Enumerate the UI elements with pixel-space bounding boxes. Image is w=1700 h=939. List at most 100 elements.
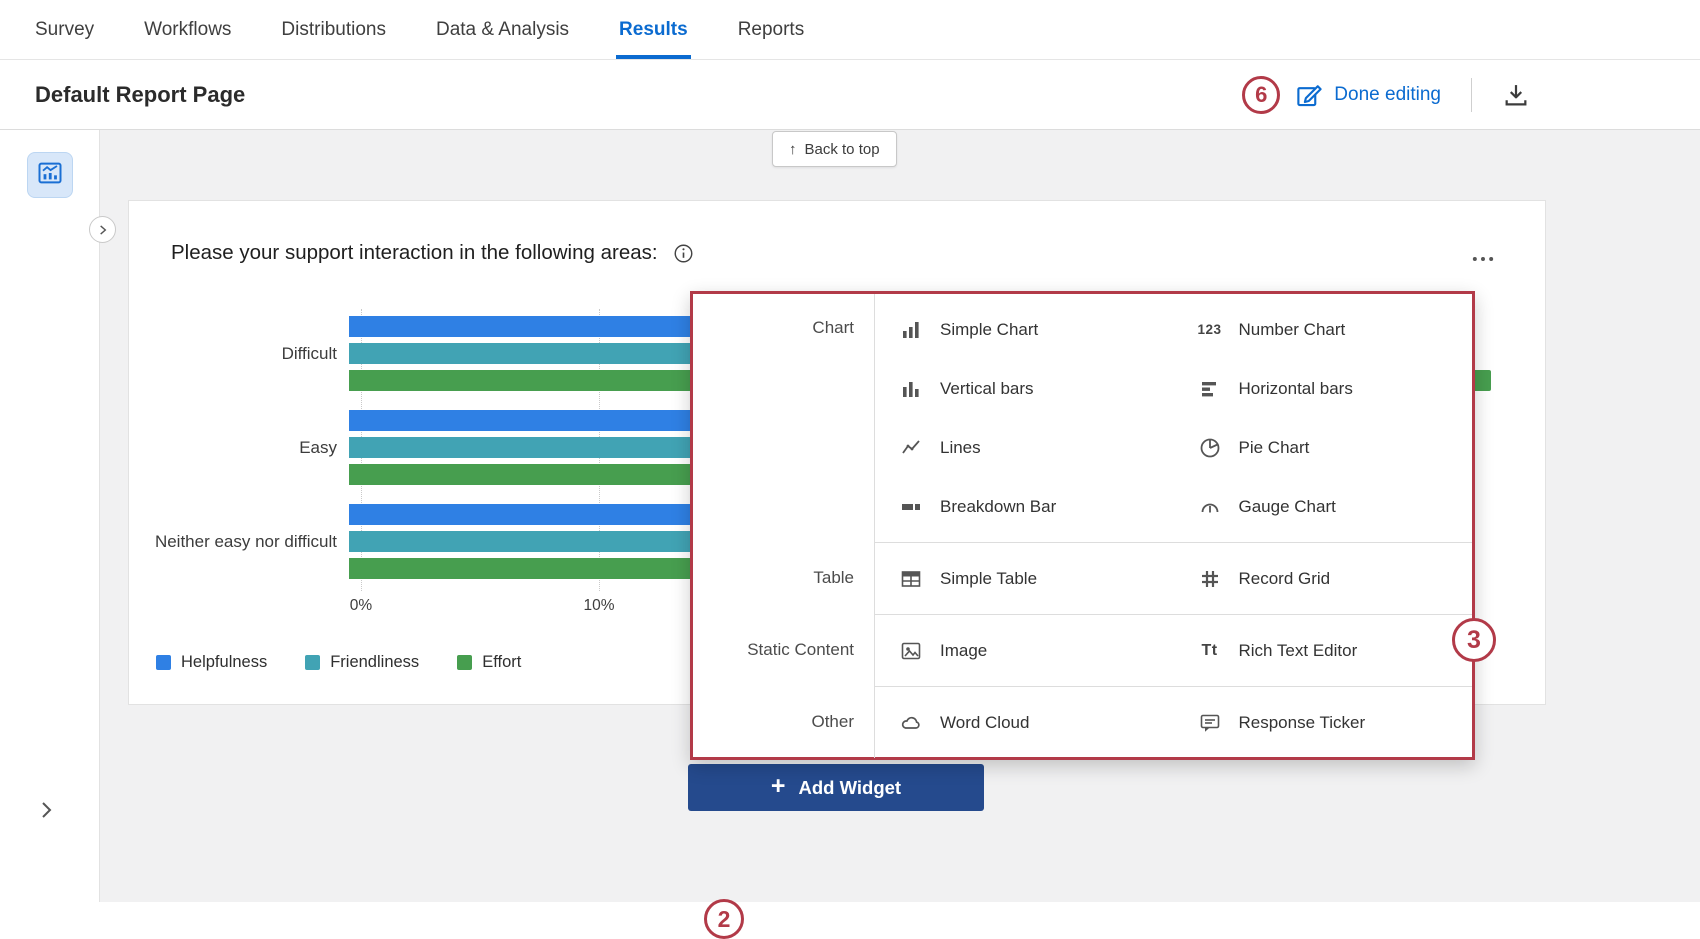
done-editing-button[interactable]: Done editing bbox=[1294, 80, 1441, 110]
menu-item-rich-text-editor[interactable]: Tt Rich Text Editor bbox=[1174, 621, 1473, 680]
sidebar-expand-chevron[interactable] bbox=[34, 798, 58, 827]
category-label: Neither easy nor difficult bbox=[141, 532, 349, 552]
legend-label: Effort bbox=[482, 653, 521, 672]
menu-item-vertical-bars[interactable]: Vertical bars bbox=[875, 359, 1174, 418]
chart-page-icon bbox=[36, 159, 64, 192]
menu-section-other: Other Word Cloud Response Ticker bbox=[693, 686, 1472, 758]
menu-item-label: Vertical bars bbox=[940, 379, 1034, 399]
legend-label: Friendliness bbox=[330, 653, 419, 672]
image-icon bbox=[897, 638, 925, 664]
lines-icon bbox=[897, 435, 925, 461]
menu-item-word-cloud[interactable]: Word Cloud bbox=[875, 693, 1174, 752]
header-divider bbox=[1471, 78, 1472, 112]
report-canvas: ↑ Back to top Please your support intera… bbox=[0, 130, 1700, 902]
back-to-top-label: Back to top bbox=[805, 141, 880, 158]
up-arrow-icon: ↑ bbox=[789, 141, 797, 158]
edit-pencil-icon bbox=[1294, 80, 1324, 110]
chart-legend: Helpfulness Friendliness Effort bbox=[156, 653, 521, 672]
category-label: Difficult bbox=[141, 344, 349, 364]
annotation-step-3: 3 bbox=[1452, 618, 1496, 662]
tab-results[interactable]: Results bbox=[619, 0, 688, 59]
tab-distributions[interactable]: Distributions bbox=[281, 0, 386, 59]
legend-label: Helpfulness bbox=[181, 653, 267, 672]
menu-item-label: Response Ticker bbox=[1239, 713, 1366, 733]
panel-toggle-button[interactable] bbox=[89, 216, 116, 243]
rich-text-icon: Tt bbox=[1196, 638, 1224, 664]
menu-category-label: Other bbox=[693, 686, 875, 758]
tab-survey[interactable]: Survey bbox=[35, 0, 94, 59]
back-to-top-button[interactable]: ↑ Back to top bbox=[772, 131, 897, 167]
info-icon[interactable] bbox=[672, 242, 695, 265]
report-header: Default Report Page 6 Done editing bbox=[0, 60, 1700, 130]
menu-item-label: Number Chart bbox=[1239, 320, 1346, 340]
tab-reports[interactable]: Reports bbox=[738, 0, 805, 59]
legend-item-helpfulness[interactable]: Helpfulness bbox=[156, 653, 267, 672]
top-nav-tabs: Survey Workflows Distributions Data & Analy… bbox=[0, 0, 1700, 60]
menu-category-label: Chart bbox=[693, 294, 875, 542]
report-pages-button[interactable] bbox=[27, 152, 73, 198]
menu-item-label: Breakdown Bar bbox=[940, 497, 1056, 517]
menu-section-chart: Chart Simple Chart 123 Number Chart Vertical… bbox=[693, 294, 1472, 542]
menu-item-label: Word Cloud bbox=[940, 713, 1029, 733]
menu-item-label: Simple Table bbox=[940, 569, 1037, 589]
widget-title: Please your support interaction in the f… bbox=[171, 241, 658, 265]
add-widget-label: Add Widget bbox=[799, 777, 902, 799]
add-widget-button[interactable]: + Add Widget bbox=[688, 764, 984, 811]
menu-category-label: Static Content bbox=[693, 614, 875, 686]
menu-item-simple-chart[interactable]: Simple Chart bbox=[875, 300, 1174, 359]
simple-table-icon bbox=[897, 566, 925, 592]
simple-chart-icon bbox=[897, 317, 925, 343]
vertical-bars-icon bbox=[897, 376, 925, 402]
menu-item-label: Rich Text Editor bbox=[1239, 641, 1358, 661]
menu-item-number-chart[interactable]: 123 Number Chart bbox=[1174, 300, 1473, 359]
menu-item-simple-table[interactable]: Simple Table bbox=[875, 549, 1174, 608]
add-widget-menu: Chart Simple Chart 123 Number Chart Vertical… bbox=[690, 291, 1475, 760]
widget-options-menu-icon[interactable] bbox=[1469, 245, 1497, 278]
menu-item-label: Lines bbox=[940, 438, 981, 458]
menu-item-label: Gauge Chart bbox=[1239, 497, 1336, 517]
menu-item-image[interactable]: Image bbox=[875, 621, 1174, 680]
menu-item-label: Pie Chart bbox=[1239, 438, 1310, 458]
annotation-step-6: 6 bbox=[1242, 76, 1280, 114]
word-cloud-icon bbox=[897, 710, 925, 736]
record-grid-icon bbox=[1196, 566, 1224, 592]
gauge-chart-icon bbox=[1196, 494, 1224, 520]
header-actions: 6 Done editing bbox=[1242, 60, 1530, 129]
legend-swatch bbox=[156, 655, 171, 670]
menu-item-horizontal-bars[interactable]: Horizontal bars bbox=[1174, 359, 1473, 418]
menu-item-pie-chart[interactable]: Pie Chart bbox=[1174, 418, 1473, 477]
menu-item-record-grid[interactable]: Record Grid bbox=[1174, 549, 1473, 608]
category-label: Easy bbox=[141, 438, 349, 458]
menu-category-label: Table bbox=[693, 542, 875, 614]
pie-chart-icon bbox=[1196, 435, 1224, 461]
menu-item-lines[interactable]: Lines bbox=[875, 418, 1174, 477]
breakdown-bar-icon bbox=[897, 494, 925, 520]
page-title: Default Report Page bbox=[35, 82, 245, 108]
legend-item-friendliness[interactable]: Friendliness bbox=[305, 653, 419, 672]
number-chart-icon: 123 bbox=[1196, 317, 1224, 343]
widget-menu-body: Chart Simple Chart 123 Number Chart Vertical… bbox=[693, 294, 1472, 757]
legend-swatch bbox=[305, 655, 320, 670]
x-tick-label: 0% bbox=[331, 597, 391, 615]
menu-item-gauge-chart[interactable]: Gauge Chart bbox=[1174, 477, 1473, 536]
annotation-step-2: 2 bbox=[704, 899, 744, 939]
response-ticker-icon bbox=[1196, 710, 1224, 736]
legend-item-effort[interactable]: Effort bbox=[457, 653, 521, 672]
menu-item-breakdown-bar[interactable]: Breakdown Bar bbox=[875, 477, 1174, 536]
done-editing-label: Done editing bbox=[1334, 84, 1441, 106]
menu-item-label: Record Grid bbox=[1239, 569, 1331, 589]
tab-workflows[interactable]: Workflows bbox=[144, 0, 231, 59]
menu-item-response-ticker[interactable]: Response Ticker bbox=[1174, 693, 1473, 752]
legend-swatch bbox=[457, 655, 472, 670]
horizontal-bars-icon bbox=[1196, 376, 1224, 402]
menu-section-table: Table Simple Table Record Grid bbox=[693, 542, 1472, 614]
tab-data-analysis[interactable]: Data & Analysis bbox=[436, 0, 569, 59]
menu-item-label: Simple Chart bbox=[940, 320, 1038, 340]
x-tick-label: 10% bbox=[569, 597, 629, 615]
menu-item-label: Image bbox=[940, 641, 987, 661]
plus-icon: + bbox=[771, 774, 786, 799]
left-sidebar bbox=[0, 130, 100, 902]
menu-section-static-content: Static Content Image Tt Rich Text Editor bbox=[693, 614, 1472, 686]
download-icon[interactable] bbox=[1502, 81, 1530, 109]
menu-item-label: Horizontal bars bbox=[1239, 379, 1353, 399]
